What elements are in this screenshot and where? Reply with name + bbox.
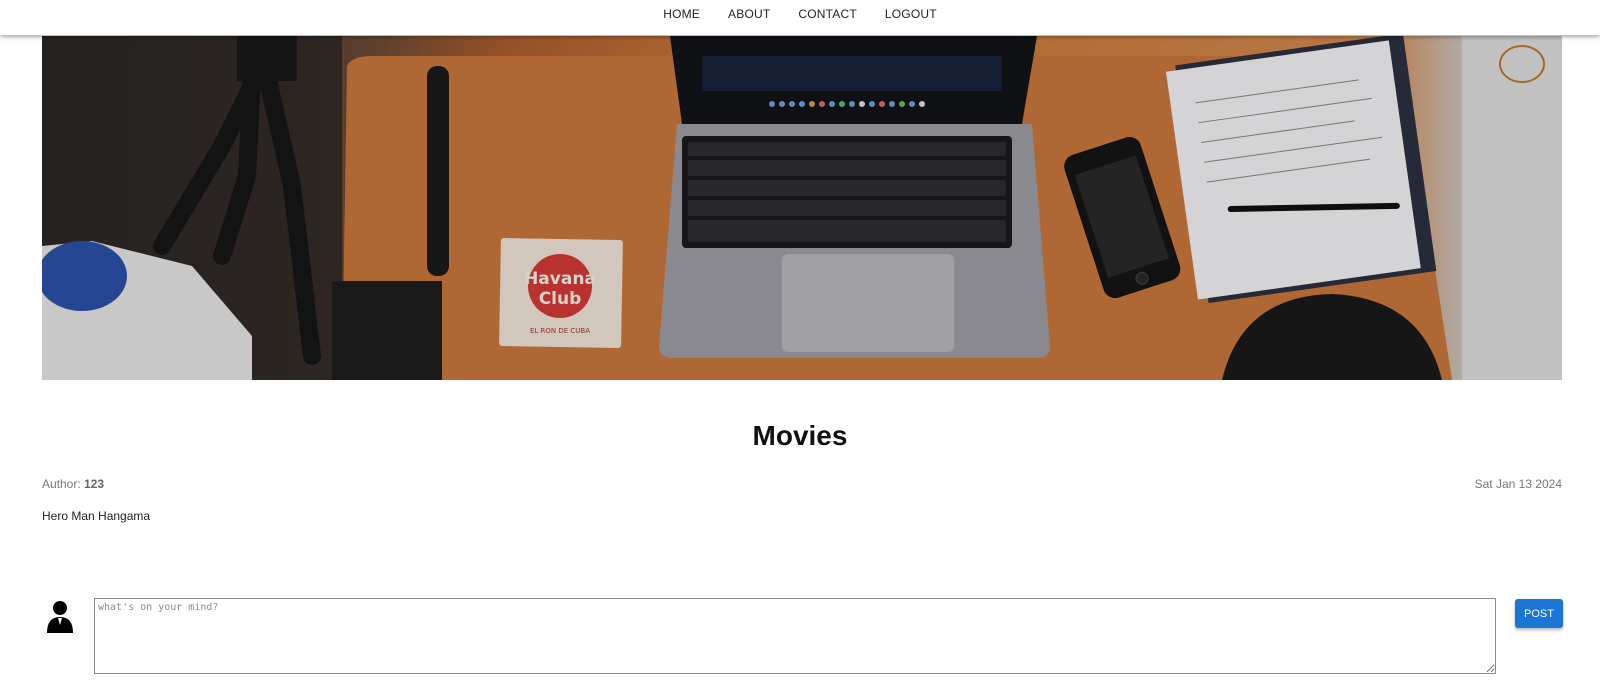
top-navbar: HOME ABOUT CONTACT LOGOUT bbox=[0, 0, 1600, 35]
comment-input[interactable] bbox=[94, 598, 1496, 674]
author-label: Author: bbox=[42, 477, 81, 491]
post-banner-image: Havana Club EL RON DE CUBA bbox=[42, 36, 1562, 380]
author-name[interactable]: 123 bbox=[84, 477, 104, 491]
post-button[interactable]: POST bbox=[1515, 599, 1563, 628]
nav-home-link[interactable]: HOME bbox=[649, 7, 714, 21]
nav-logout-link[interactable]: LOGOUT bbox=[871, 7, 951, 21]
post-author: Author: 123 bbox=[42, 477, 104, 491]
nav-contact-link[interactable]: CONTACT bbox=[784, 7, 871, 21]
post-body-text: Hero Man Hangama bbox=[42, 509, 151, 523]
post-date: Sat Jan 13 2024 bbox=[1474, 477, 1562, 491]
nav-about-link[interactable]: ABOUT bbox=[714, 7, 784, 21]
user-avatar-icon bbox=[47, 601, 73, 633]
post-title: Movies bbox=[752, 420, 848, 451]
main-nav: HOME ABOUT CONTACT LOGOUT bbox=[0, 0, 1600, 28]
desk-laptop-image: Havana Club EL RON DE CUBA bbox=[42, 36, 1562, 380]
